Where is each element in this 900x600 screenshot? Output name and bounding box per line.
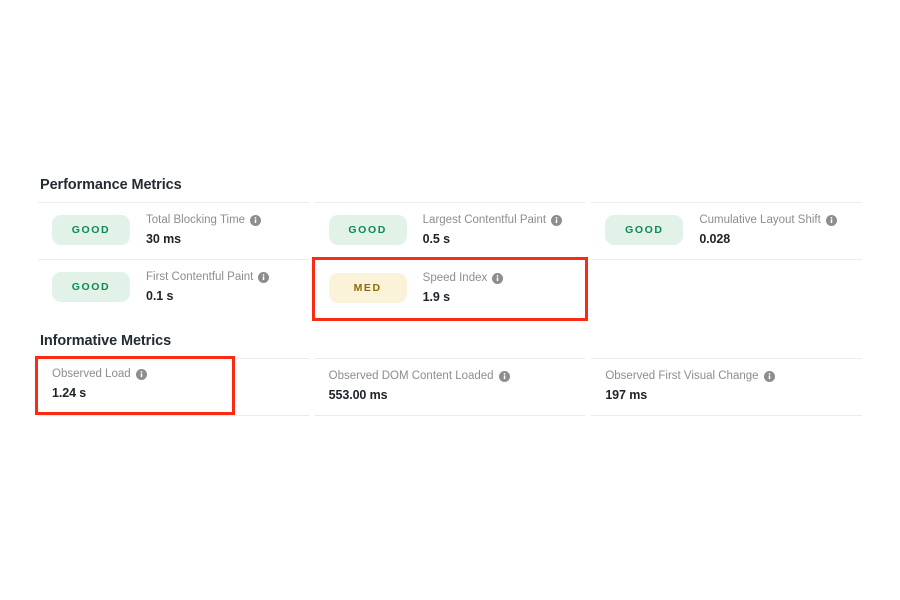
metric-card-cumulative-layout-shift[interactable]: GOOD Cumulative Layout Shift 0.028 [591,202,862,259]
metric-card-largest-contentful-paint[interactable]: GOOD Largest Contentful Paint 0.5 s [314,202,586,259]
metric-card-observed-dom-content-loaded[interactable]: Observed DOM Content Loaded 553.00 ms [314,358,586,415]
status-badge: GOOD [52,215,130,245]
metric-label: Total Blocking Time [146,213,246,226]
metric-label: Observed First Visual Change [605,369,759,382]
divider-column-1 [38,415,309,416]
info-icon[interactable] [135,369,147,380]
metric-label-row: Observed First Visual Change [605,369,775,384]
status-badge: GOOD [605,215,684,245]
info-icon[interactable] [492,272,504,284]
metric-label: Largest Contentful Paint [422,213,547,226]
info-icon[interactable] [498,370,510,382]
metric-card-observed-first-visual-change[interactable]: Observed First Visual Change 197 ms [591,358,862,415]
performance-report: Performance Metrics GOOD Total Blocking … [35,176,862,416]
metric-label: Observed DOM Content Loaded [328,369,494,382]
metric-value: 1.24 s [52,386,87,400]
metric-value: 0.5 s [422,231,450,246]
info-icon[interactable] [258,271,270,283]
metric-card-empty-slot [591,259,862,318]
metric-label: Speed Index [422,271,488,284]
metric-card-observed-load[interactable]: Observed Load 1.24 s [35,356,309,415]
status-badge: GOOD [328,215,407,245]
metric-value: 1.9 s [422,289,450,304]
informative-metrics-heading: Informative Metrics [40,333,172,349]
metric-label-row: Cumulative Layout Shift [699,213,837,228]
metric-card-speed-index[interactable]: MED Speed Index 1.9 s [311,257,589,321]
metric-card-total-blocking-time[interactable]: GOOD Total Blocking Time 30 ms [38,202,309,259]
status-badge: MED [328,273,407,303]
performance-metrics-grid: GOOD Total Blocking Time 30 ms GOOD Larg… [38,202,862,321]
metric-value: 197 ms [605,387,648,402]
metric-label: Observed Load [52,368,131,380]
metric-label-row: First Contentful Paint [146,270,270,285]
metric-label: First Contentful Paint [146,270,254,283]
info-icon[interactable] [250,214,262,226]
performance-metrics-heading: Performance Metrics [40,177,182,193]
metric-label-row: Largest Contentful Paint [422,213,563,228]
status-badge: GOOD [52,272,130,302]
divider-column-3 [591,415,862,416]
informative-metrics-grid: Observed Load 1.24 s Observed DOM Conten… [35,356,862,415]
info-icon[interactable] [825,214,837,226]
metric-label-row: Observed Load [52,367,147,382]
metric-card-first-contentful-paint[interactable]: GOOD First Contentful Paint 0.1 s [38,259,309,318]
metric-value: 0.1 s [146,288,174,303]
metric-label-row: Total Blocking Time [146,213,262,228]
metric-value: 30 ms [146,231,181,246]
metric-label: Cumulative Layout Shift [699,213,821,226]
info-icon[interactable] [551,214,563,226]
info-icon[interactable] [763,370,775,382]
metric-value: 0.028 [699,231,731,246]
metric-label-row: Observed DOM Content Loaded [329,369,510,384]
divider-column-2 [314,415,586,416]
metric-label-row: Speed Index [423,271,504,286]
informative-bottom-divider [38,415,862,416]
metric-value: 553.00 ms [328,387,388,402]
